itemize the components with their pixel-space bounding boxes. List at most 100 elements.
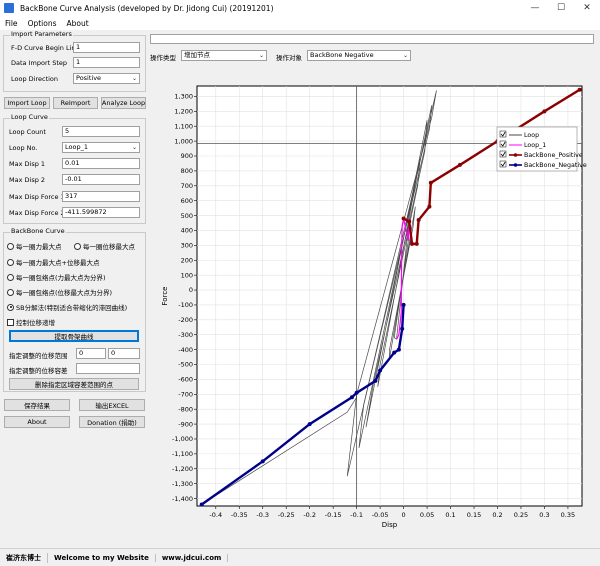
legend-checkbox-icon <box>499 130 507 138</box>
save-results-button[interactable]: 保存结果 <box>4 399 70 411</box>
chevron-down-icon: ⌄ <box>402 52 408 59</box>
range-to-input[interactable]: 0 <box>108 348 140 359</box>
export-excel-button[interactable]: 输出EXCEL <box>79 399 145 411</box>
extract-backbone-button[interactable]: 提取骨架曲线 <box>9 330 139 342</box>
backbonepositive-marker <box>410 241 415 246</box>
loop-no-select[interactable]: Loop_1 ⌄ <box>62 142 140 153</box>
loop-curve-line <box>201 394 357 505</box>
max-disp1-input[interactable]: 0.01 <box>62 158 140 169</box>
loop-curve-line <box>431 88 580 184</box>
x-axis-label: Disp <box>382 521 398 529</box>
control-disp-increase-checkbox[interactable]: 控制位移递增 <box>7 317 55 327</box>
op-target-value: BackBone Negative <box>310 51 374 59</box>
loop-direction-select[interactable]: Positive ⌄ <box>73 73 140 84</box>
opt-disp-max-radio[interactable]: 每一圈位移最大点 <box>74 241 135 251</box>
y-tick-label: 600 <box>181 197 193 205</box>
check-icon <box>500 131 506 137</box>
opt-sb-radio[interactable]: SB分解法(特别适合带缩化的滞回曲线) <box>7 302 127 312</box>
y-tick-label: 500 <box>181 212 193 220</box>
max-disp2-label: Max Disp 2 <box>9 176 46 184</box>
tolerance-input[interactable] <box>76 363 140 374</box>
backbonenegative-marker <box>373 378 378 383</box>
x-tick-label: -0.05 <box>372 511 389 519</box>
top-text-field[interactable] <box>150 34 594 44</box>
opt-hull-force-radio[interactable]: 每一圈包络点(力最大点为分界) <box>7 272 106 282</box>
backbonepositive-marker <box>427 204 432 209</box>
radio-icon <box>7 258 14 266</box>
opt-force-max-radio[interactable]: 每一圈力最大点 <box>7 241 62 251</box>
loop-curve-line <box>377 158 421 387</box>
max-force2-input[interactable]: -411.599872 <box>62 207 140 218</box>
y-tick-label: 1,100 <box>174 122 193 130</box>
x-tick-label: 0 <box>402 511 406 519</box>
loop-curve-line <box>365 120 428 428</box>
x-tick-label: 0.2 <box>492 511 502 519</box>
op-type-value: 增加节点 <box>184 51 210 59</box>
y-tick-label: -500 <box>178 361 193 369</box>
x-tick-label: 0.1 <box>445 511 455 519</box>
opt-force-disp-max-radio[interactable]: 每一圈力最大点+位移最大点 <box>7 257 99 267</box>
reimport-button[interactable]: ReImport <box>53 97 98 109</box>
chevron-down-icon: ⌄ <box>131 144 137 151</box>
legend-label: BackBone_Positive <box>524 152 583 159</box>
backbonenegative-marker <box>199 502 204 507</box>
plot-area <box>196 85 583 507</box>
max-force2-label: Max Disp Force 2 <box>9 209 65 217</box>
chart-axes: -0.4 -0.35 -0.3 -0.25 -0.2 -0.15 -0.1 -0.05 0 0.0… <box>172 93 575 519</box>
loop-direction-label: Loop Direction <box>11 75 59 83</box>
backbonenegative-marker <box>392 350 397 355</box>
backbonepositive-line <box>403 88 581 246</box>
y-tick-label: -400 <box>178 346 193 354</box>
opt-hull-disp-radio[interactable]: 每一圈包络点(位移最大点为分界) <box>7 287 112 297</box>
check-icon <box>500 141 506 147</box>
menu-file[interactable]: File <box>5 19 18 28</box>
y-tick-label: -800 <box>178 405 193 413</box>
begin-line-input[interactable]: 1 <box>73 42 140 53</box>
backbonepositive-marker <box>577 87 582 92</box>
max-disp2-input[interactable]: -0.01 <box>62 174 140 185</box>
legend-label: Loop <box>524 132 539 139</box>
loop-count-label: Loop Count <box>9 128 46 136</box>
maximize-button[interactable]: ☐ <box>548 0 574 16</box>
loop-count-input[interactable]: 5 <box>62 126 140 137</box>
op-type-select[interactable]: 增加节点 ⌄ <box>181 50 267 61</box>
status-website: www.jdcui.com <box>156 553 229 562</box>
x-tick-label: 0.35 <box>561 511 575 519</box>
legend-checkbox-icon <box>499 150 507 158</box>
x-tick-label: -0.1 <box>350 511 363 519</box>
adjust-range-label: 指定调整的位移范围 <box>9 352 68 360</box>
menu-options[interactable]: Options <box>28 19 57 28</box>
minimize-button[interactable]: — <box>522 0 548 16</box>
donation-button[interactable]: Donation (捐助) <box>79 416 145 428</box>
close-button[interactable]: ✕ <box>574 0 600 16</box>
backbonepositive-marker <box>414 241 419 246</box>
backbonenegative-marker <box>400 326 405 331</box>
op-target-select[interactable]: BackBone Negative ⌄ <box>307 50 411 61</box>
about-button[interactable]: About <box>4 416 70 428</box>
chevron-down-icon: ⌄ <box>131 75 137 82</box>
left-panel: Import Parameters F-D Curve Begin Line 1… <box>0 30 148 542</box>
backbonenegative-marker <box>354 390 359 395</box>
max-disp1-label: Max Disp 1 <box>9 160 46 168</box>
status-author: 崔济东博士 <box>0 552 48 563</box>
backbonepositive-marker <box>457 162 462 167</box>
title-bar: BackBone Curve Analysis (developed by Dr… <box>0 0 600 16</box>
radio-icon <box>7 242 14 250</box>
max-force1-input[interactable]: 317 <box>62 191 140 202</box>
y-tick-label: -1,100 <box>172 450 193 458</box>
y-tick-label: -100 <box>178 301 193 309</box>
backbonepositive-marker <box>495 139 500 144</box>
menu-about[interactable]: About <box>67 19 89 28</box>
y-tick-label: 0 <box>189 286 193 294</box>
legend-checkbox-icon <box>499 160 507 168</box>
import-step-input[interactable]: 1 <box>73 57 140 68</box>
range-from-input[interactable]: 0 <box>76 348 106 359</box>
import-loop-button[interactable]: Import Loop <box>4 97 50 109</box>
backbonepositive-marker <box>416 218 421 223</box>
y-tick-label: 1,000 <box>174 137 193 145</box>
x-tick-label: -0.35 <box>231 511 248 519</box>
analyze-loop-button[interactable]: Analyze Loop <box>101 97 146 109</box>
delete-points-button[interactable]: 删除指定区域容差范围的点 <box>9 378 139 390</box>
loop-curve-line <box>393 218 410 340</box>
backbonepositive-marker <box>401 216 406 221</box>
